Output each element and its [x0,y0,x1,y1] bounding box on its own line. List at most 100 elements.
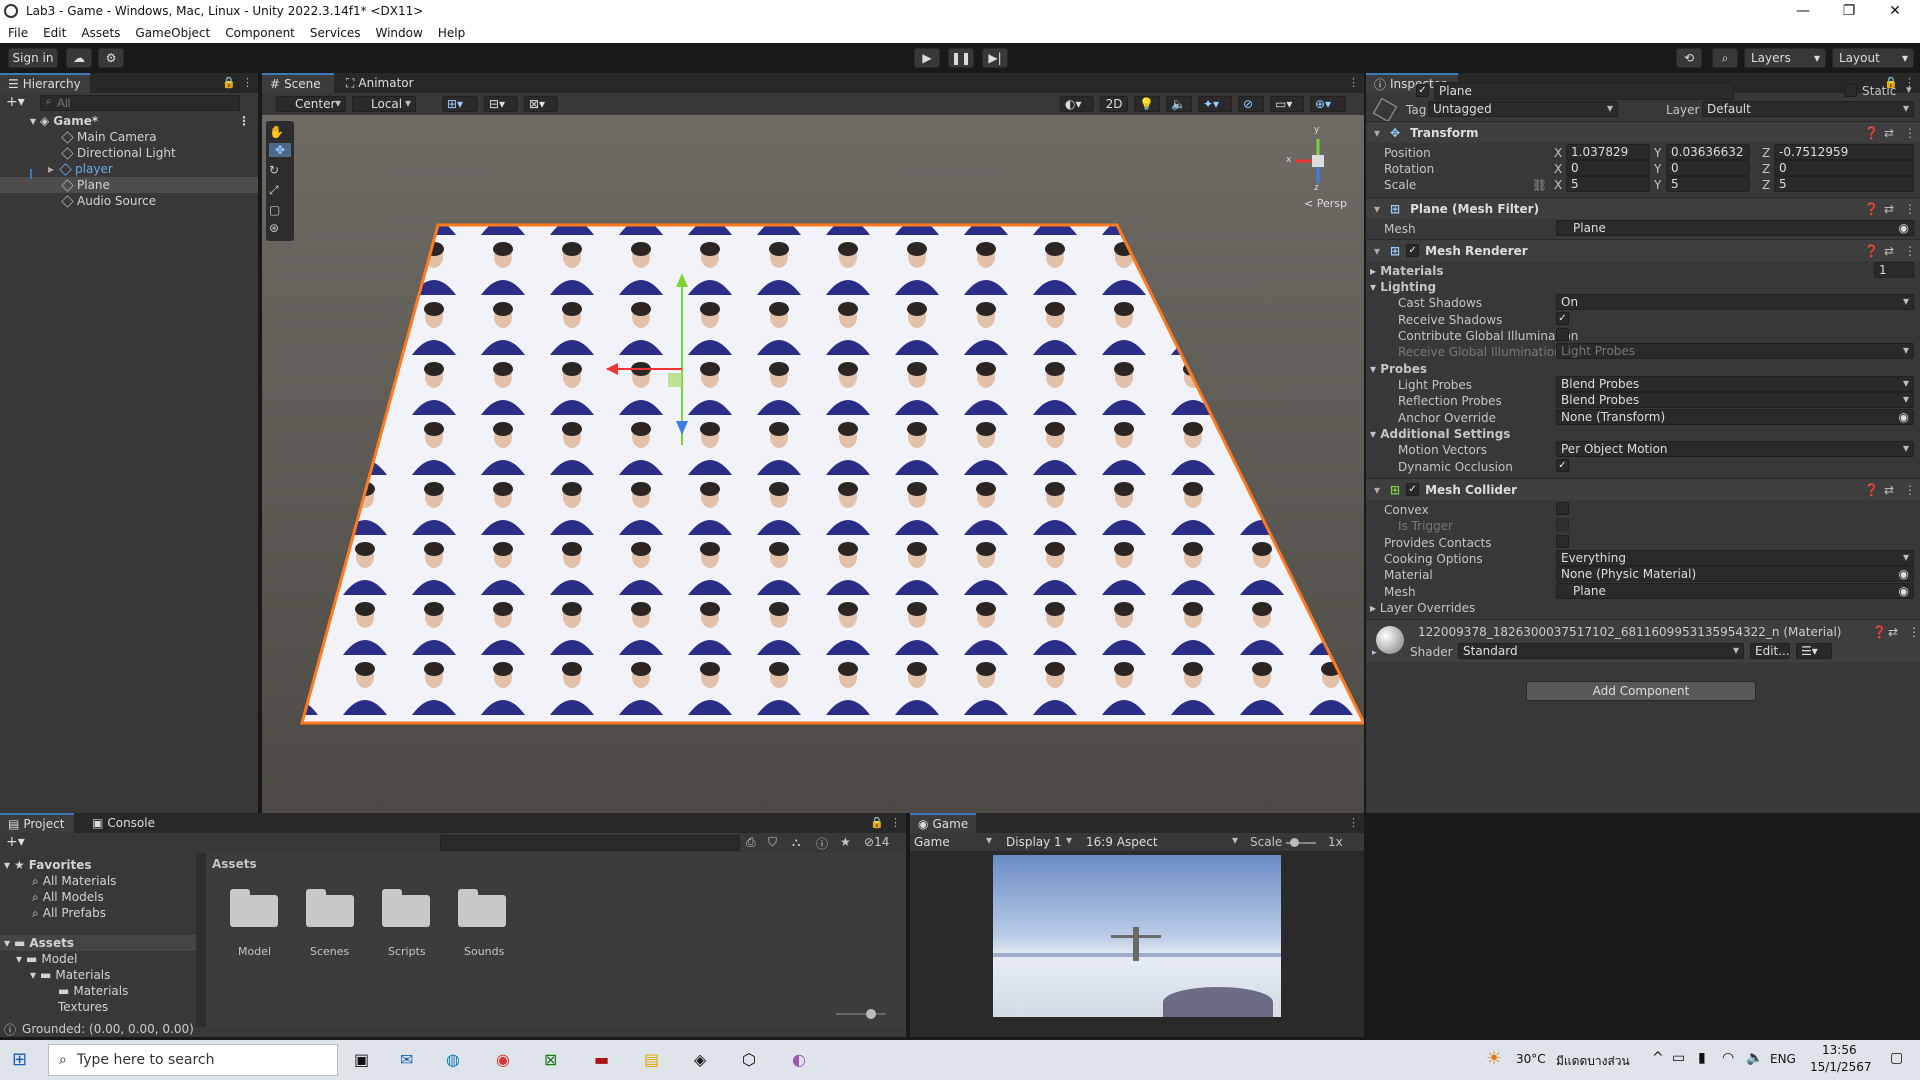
menu-gameobject[interactable]: GameObject [135,26,210,40]
menu-edit[interactable]: Edit [43,26,66,40]
materials-foldout[interactable]: ▸ Materials [1370,264,1444,278]
object-picker-icon[interactable]: ◉ [1899,410,1909,424]
kebab-menu-icon[interactable]: ⋮ [1904,126,1916,140]
task-view-icon[interactable]: ▣ [354,1050,369,1069]
search-icon[interactable]: ⌕ [1712,48,1738,68]
edge-icon[interactable]: ◍ [446,1050,460,1069]
favorite-item[interactable]: ⌕ All Models [0,889,196,905]
tab-project[interactable]: ▤ Project [0,813,74,833]
orientation-gizmo[interactable]: y x z < Persp [1282,125,1352,210]
file-explorer-icon[interactable]: ▤ [644,1050,659,1069]
provides-contacts-checkbox[interactable] [1556,535,1569,548]
favorite-item[interactable]: ⌕ All Prefabs [0,905,196,921]
tree-scrollbar[interactable] [196,853,206,1027]
scale-slider-handle[interactable] [1290,838,1299,847]
scene-root[interactable]: ▾ ◈ Game* ⋮ [0,113,258,129]
display-dropdown[interactable]: Display 1 [1002,834,1076,850]
receive-shadows-checkbox[interactable]: ✓ [1556,312,1569,325]
tree-item[interactable]: Textures [0,999,196,1015]
search-by-type-icon[interactable]: ⎙ [746,835,756,850]
contribute-gi-checkbox[interactable] [1556,328,1569,341]
kebab-menu-icon[interactable]: ⋮ [1348,816,1359,829]
scale-x-field[interactable]: 5 [1566,176,1650,192]
convex-checkbox[interactable] [1556,502,1569,515]
object-name-input[interactable]: Plane [1434,82,1734,100]
help-icon[interactable]: ❓ [1864,483,1879,497]
projection-label[interactable]: < Persp [1304,197,1347,210]
tree-item[interactable]: ▾ ▬ Materials [0,967,196,983]
audio-toggle-icon[interactable]: 🔈 [1166,96,1192,112]
anchor-override-field[interactable]: None (Transform) ◉ [1556,409,1914,425]
active-checkbox[interactable]: ✓ [1416,84,1429,97]
unity-hub-icon[interactable]: ◈ [694,1050,706,1069]
menu-window[interactable]: Window [376,26,423,40]
battery-icon[interactable]: ▮ [1698,1050,1706,1066]
menu-help[interactable]: Help [438,26,465,40]
scale-tool-icon[interactable]: ⤢ [269,183,279,198]
scale-y-field[interactable]: 5 [1666,176,1750,192]
enabled-checkbox[interactable]: ✓ [1406,483,1420,496]
cast-shadows-dropdown[interactable]: On [1556,294,1914,310]
mesh-collider-header[interactable]: ▾ ⊞ ✓ Mesh Collider ❓ ⇄ ⋮ [1366,478,1920,500]
favorites-node[interactable]: ▾ ★ Favorites [0,857,196,873]
lighting-toggle-icon[interactable]: 💡 [1134,96,1160,112]
add-component-button[interactable]: Add Component [1526,681,1756,701]
maximize-button[interactable]: ❐ [1826,0,1872,22]
taskbar-search[interactable]: ⌕ Type here to search [48,1044,338,1076]
history-icon[interactable]: ⟲ [1676,48,1702,68]
object-picker-icon[interactable]: ◉ [1899,584,1909,598]
mesh-renderer-header[interactable]: ▾ ⊞ ✓ Mesh Renderer ❓ ⇄ ⋮ [1366,239,1920,261]
kebab-menu-icon[interactable]: ⋮ [890,816,901,829]
cooking-options-dropdown[interactable]: Everything [1556,550,1914,566]
hierarchy-item[interactable]: Main Camera [0,129,258,145]
effects-toggle-icon[interactable]: ✦▾ [1198,96,1232,112]
kebab-menu-icon[interactable]: ⋮ [1348,76,1359,89]
hidden-objects-icon[interactable]: ⊘ [1238,96,1264,112]
folder-icon[interactable] [458,887,506,927]
preset-icon[interactable]: ⇄ [1884,126,1894,140]
icon-size-slider[interactable] [836,1013,886,1015]
tag-icon[interactable]: ⛬ [792,835,800,850]
folder-icon[interactable] [230,887,278,927]
tray-chevron-icon[interactable]: ^ [1652,1050,1664,1066]
grid-snap-icon[interactable]: ⊞▾ [442,96,478,112]
rotation-x-field[interactable]: 0 [1566,160,1650,176]
chevron-right-icon[interactable]: ▸ [1372,648,1377,658]
clock-date[interactable]: 15/1/2567 [1810,1060,1872,1074]
reflection-probes-dropdown[interactable]: Blend Probes [1556,392,1914,408]
shading-mode-icon[interactable]: ◐▾ [1060,96,1094,112]
position-x-field[interactable]: 1.037829 [1566,144,1650,160]
app-icon[interactable]: ▬ [594,1050,609,1069]
tab-hierarchy[interactable]: ☰ Hierarchy [0,73,90,93]
star-icon[interactable]: ★ [840,835,851,849]
preset-icon[interactable]: ⇄ [1884,202,1894,216]
lock-icon[interactable]: 🔒 [222,76,236,89]
rotate-tool-icon[interactable]: ↻ [269,163,279,177]
language-indicator[interactable]: ENG [1770,1052,1796,1066]
lighting-foldout[interactable]: ▾ Lighting [1370,280,1436,294]
project-search-input[interactable] [440,835,740,851]
search-by-label-icon[interactable]: ⛉ [768,835,777,850]
close-button[interactable]: ✕ [1872,0,1918,22]
network-icon[interactable]: ▭ [1672,1050,1685,1066]
assets-node[interactable]: ▾ ▬ Assets [0,935,196,951]
help-icon[interactable]: ❓ [1864,126,1879,140]
hierarchy-item-player[interactable]: ▸ player [0,161,258,177]
move-tool-icon[interactable]: ✥ [269,143,291,157]
kebab-menu-icon[interactable]: ⋮ [242,76,253,89]
clock-time[interactable]: 13:56 [1822,1043,1857,1057]
mesh-field[interactable]: Plane ◉ [1556,220,1914,236]
grid-toggle-icon[interactable]: ⊠▾ [524,96,558,112]
breadcrumb[interactable]: Assets [212,857,257,871]
collider-mesh-field[interactable]: Plane ◉ [1556,583,1914,599]
hierarchy-item-selected[interactable]: Plane [0,177,258,193]
info-icon[interactable]: ⓘ [816,835,828,852]
light-probes-dropdown[interactable]: Blend Probes [1556,376,1914,392]
console-status[interactable]: ⓘ Grounded: (0.00, 0.00, 0.00) [4,1021,194,1037]
tree-item[interactable]: ▾ ▬ Model [0,951,196,967]
preset-icon[interactable]: ⇄ [1888,625,1898,639]
lock-icon[interactable]: 🔒 [870,816,884,829]
kebab-menu-icon[interactable]: ⋮ [1904,244,1916,258]
tab-animator[interactable]: ⛶ Animator [338,73,422,93]
step-button[interactable]: ▶| [982,48,1008,68]
